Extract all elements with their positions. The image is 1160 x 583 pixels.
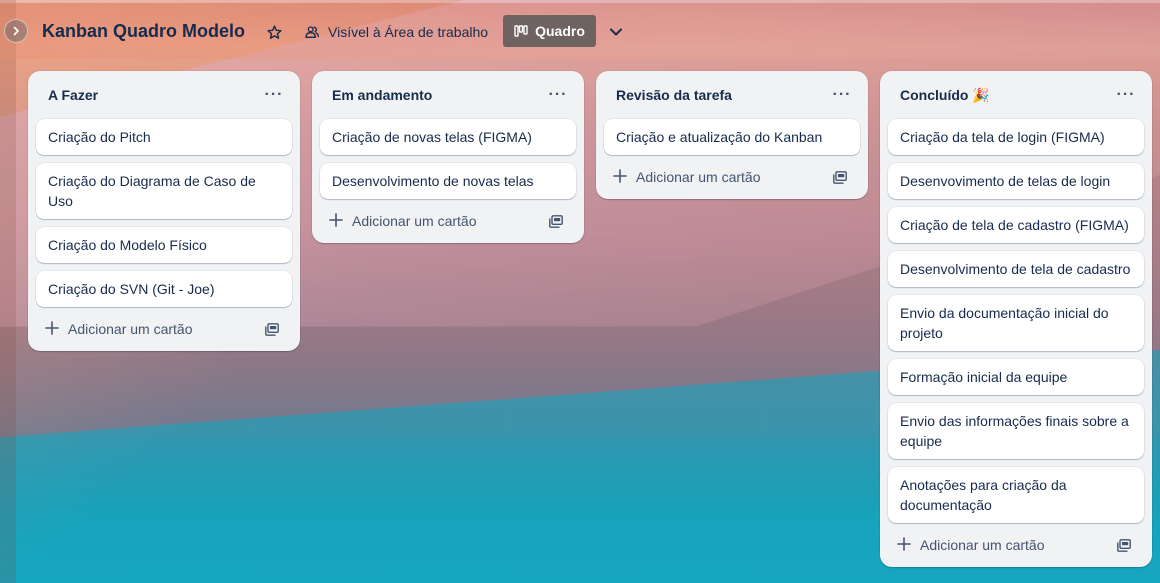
card[interactable]: Criação do Diagrama de Caso de Uso: [36, 163, 292, 219]
board-header: Kanban Quadro Modelo Visível à Área de t…: [0, 3, 1160, 59]
card[interactable]: Envio das informações finais sobre a equ…: [888, 403, 1144, 459]
add-card-label: Adicionar um cartão: [68, 321, 193, 337]
more-horizontal-icon: ···: [1116, 86, 1136, 103]
card[interactable]: Criação do Pitch: [36, 119, 292, 155]
add-card-button[interactable]: Adicionar um cartão: [328, 212, 477, 230]
board-view-label: Quadro: [535, 23, 585, 39]
list-header: A Fazer ···: [36, 71, 292, 119]
plus-icon: [612, 168, 628, 186]
add-card-label: Adicionar um cartão: [636, 169, 761, 185]
card[interactable]: Envio da documentação inicial do projeto: [888, 295, 1144, 351]
add-card-button[interactable]: Adicionar um cartão: [44, 320, 193, 338]
card-template-icon: [1117, 538, 1131, 552]
card-template-icon: [549, 214, 563, 228]
list-footer: Adicionar um cartão: [320, 199, 576, 243]
add-card-label: Adicionar um cartão: [920, 537, 1045, 553]
card-list: Criação da tela de login (FIGMA) Desenvov…: [888, 119, 1144, 523]
card[interactable]: Criação do SVN (Git - Joe): [36, 271, 292, 307]
card[interactable]: Criação da tela de login (FIGMA): [888, 119, 1144, 155]
card[interactable]: Criação de novas telas (FIGMA): [320, 119, 576, 155]
add-card-button[interactable]: Adicionar um cartão: [612, 168, 761, 186]
plus-icon: [44, 320, 60, 338]
list-footer: Adicionar um cartão: [888, 523, 1144, 567]
list-column[interactable]: Em andamento ··· Criação de novas telas (F…: [312, 71, 584, 243]
card[interactable]: Criação do Modelo Físico: [36, 227, 292, 263]
plus-icon: [896, 536, 912, 554]
create-from-template-button[interactable]: [1112, 533, 1136, 557]
more-horizontal-icon: ···: [264, 86, 284, 103]
board-view-button[interactable]: Quadro: [503, 15, 596, 47]
board-icon: [514, 25, 528, 37]
card[interactable]: Anotações para criação da documentação: [888, 467, 1144, 523]
more-horizontal-icon: ···: [832, 86, 852, 103]
list-title[interactable]: Revisão da tarefa: [616, 87, 732, 103]
card-list: Criação de novas telas (FIGMA) Desenvolvi…: [320, 119, 576, 199]
list-column[interactable]: Revisão da tarefa ··· Criação e atualizaçã…: [596, 71, 868, 199]
add-card-button[interactable]: Adicionar um cartão: [896, 536, 1045, 554]
plus-icon: [328, 212, 344, 230]
card-list: Criação do Pitch Criação do Diagrama de C…: [36, 119, 292, 307]
card[interactable]: Desenvolvimento de novas telas: [320, 163, 576, 199]
list-title[interactable]: Concluído 🎉: [900, 87, 990, 104]
list-footer: Adicionar um cartão: [36, 307, 292, 351]
list-column[interactable]: Concluído 🎉 ··· Criação da tela de login (…: [880, 71, 1152, 567]
collapsed-sidebar: [0, 0, 16, 583]
create-from-template-button[interactable]: [828, 165, 852, 189]
people-icon: [305, 26, 319, 38]
create-from-template-button[interactable]: [544, 209, 568, 233]
list-column[interactable]: A Fazer ··· Criação do Pitch Criação do Dia…: [28, 71, 300, 351]
visibility-label: Visível à Área de trabalho: [328, 24, 489, 40]
list-title[interactable]: Em andamento: [332, 87, 432, 103]
card[interactable]: Criação e atualização do Kanban: [604, 119, 860, 155]
list-header: Revisão da tarefa ···: [604, 71, 860, 119]
chevron-down-icon: [610, 28, 622, 36]
card-template-icon: [265, 322, 279, 336]
list-title[interactable]: A Fazer: [48, 87, 98, 103]
chevron-right-icon: [13, 26, 19, 36]
card[interactable]: Desenvovimento de telas de login: [888, 163, 1144, 199]
list-menu-button[interactable]: ···: [1112, 81, 1140, 109]
list-footer: Adicionar um cartão: [604, 155, 860, 199]
card[interactable]: Criação de tela de cadastro (FIGMA): [888, 207, 1144, 243]
list-header: Concluído 🎉 ···: [888, 71, 1144, 119]
card-list: Criação e atualização do Kanban: [604, 119, 860, 155]
list-menu-button[interactable]: ···: [260, 81, 288, 109]
star-icon: [266, 24, 282, 39]
card[interactable]: Formação inicial da equipe: [888, 359, 1144, 395]
card[interactable]: Desenvolvimento de tela de cadastro: [888, 251, 1144, 287]
list-menu-button[interactable]: ···: [544, 81, 572, 109]
star-board-button[interactable]: [262, 20, 286, 44]
card-template-icon: [833, 170, 847, 184]
list-menu-button[interactable]: ···: [828, 81, 856, 109]
visibility-button[interactable]: Visível à Área de trabalho: [304, 18, 488, 46]
view-switcher-dropdown[interactable]: [604, 20, 628, 44]
list-header: Em andamento ···: [320, 71, 576, 119]
board-title[interactable]: Kanban Quadro Modelo: [42, 21, 245, 42]
add-card-label: Adicionar um cartão: [352, 213, 477, 229]
create-from-template-button[interactable]: [260, 317, 284, 341]
more-horizontal-icon: ···: [548, 86, 568, 103]
sidebar-toggle-button[interactable]: [4, 19, 28, 43]
